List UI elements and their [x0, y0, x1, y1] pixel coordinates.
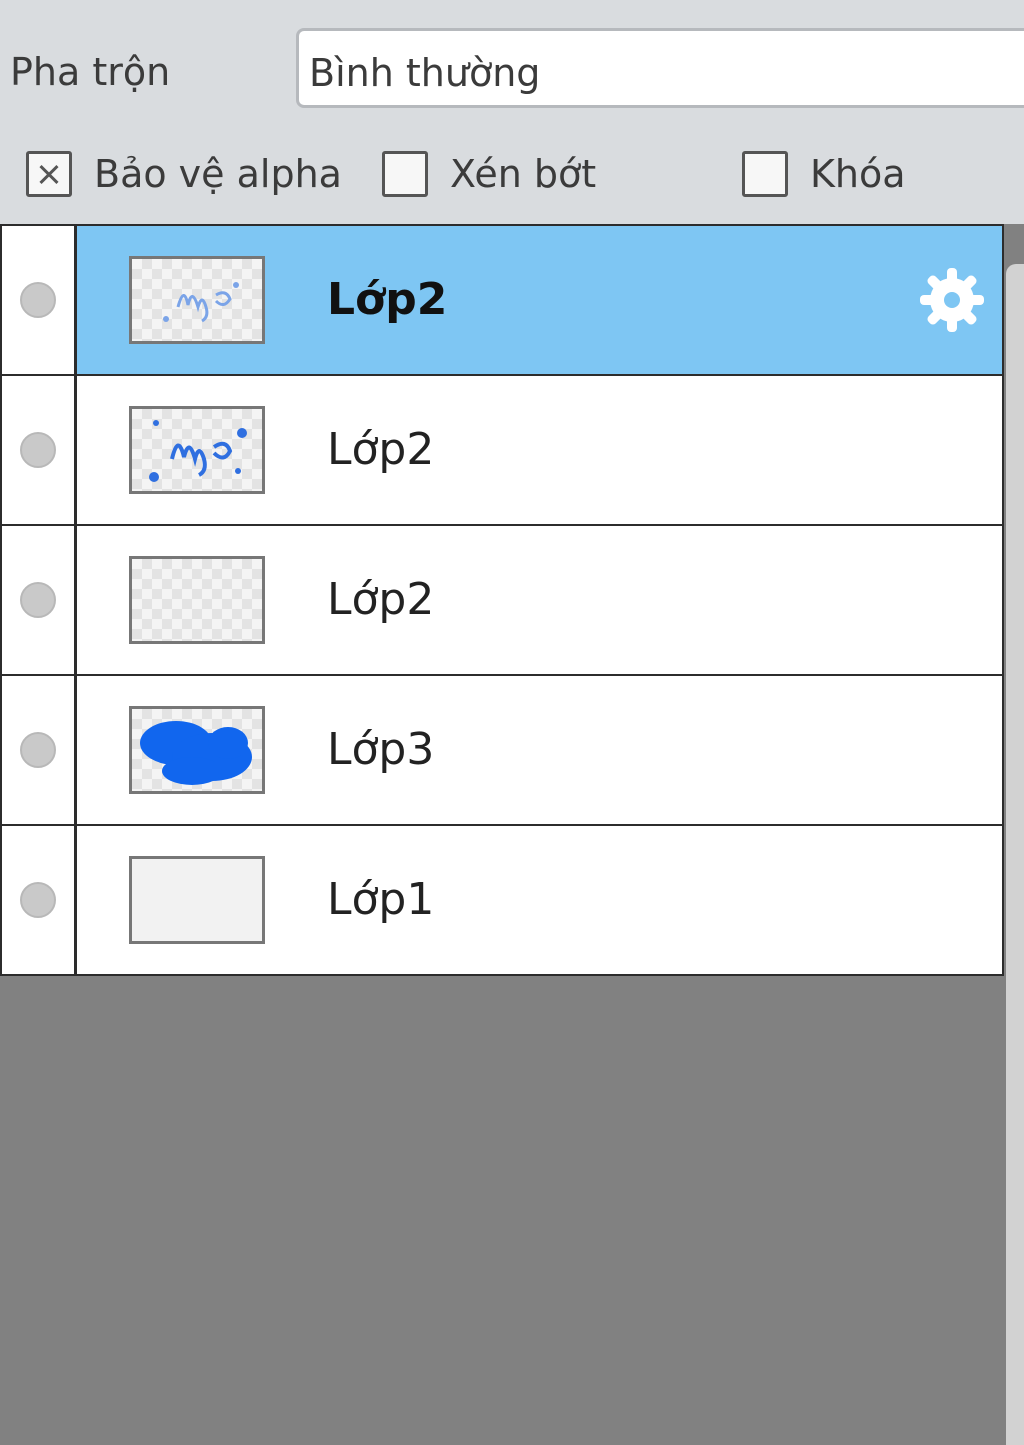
scrollbar[interactable] [1006, 264, 1024, 1445]
visibility-toggle[interactable] [2, 226, 77, 374]
layer-row-main[interactable]: Lớp2 [77, 376, 1002, 524]
visibility-dot-icon [20, 582, 56, 618]
visibility-dot-icon [20, 282, 56, 318]
layer-row[interactable]: Lớp3 [0, 676, 1004, 826]
layer-name: Lớp2 [327, 574, 435, 625]
script-thumbnail-icon [163, 282, 239, 323]
visibility-dot-icon [20, 732, 56, 768]
blend-mode-select[interactable]: Bình thường [296, 28, 1024, 108]
layer-name: Lớp2 [327, 274, 448, 325]
layer-row-main[interactable]: Lớp3 [77, 676, 1002, 824]
blob-thumbnail-icon [140, 721, 252, 785]
layer-list: Lớp2 Lớp2 Lớp2 Lớp3 Lớp1 [0, 224, 1004, 976]
layer-row-main[interactable]: Lớp1 [77, 826, 1002, 974]
script-thumbnail-icon [149, 420, 247, 482]
layer-row-main[interactable]: Lớp2 [77, 526, 1002, 674]
blend-mode-value: Bình thường [309, 51, 541, 95]
layer-name: Lớp2 [327, 424, 435, 475]
layer-row-main[interactable]: Lớp2 [77, 226, 1002, 374]
layer-thumbnail [129, 856, 265, 944]
layer-row[interactable]: Lớp1 [0, 826, 1004, 976]
layer-row[interactable]: Lớp2 [0, 526, 1004, 676]
clipping-label: Xén bớt [450, 152, 597, 196]
protect-alpha-label: Bảo vệ alpha [94, 152, 342, 196]
clipping-checkbox[interactable] [382, 151, 428, 197]
gear-icon[interactable] [916, 264, 988, 336]
layer-row[interactable]: Lớp2 [0, 376, 1004, 526]
layer-list-area: Lớp2 Lớp2 Lớp2 Lớp3 Lớp1 [0, 224, 1024, 1445]
layer-thumbnail [129, 556, 265, 644]
protect-alpha-checkbox[interactable] [26, 151, 72, 197]
lock-checkbox[interactable] [742, 151, 788, 197]
visibility-dot-icon [20, 432, 56, 468]
layer-name: Lớp1 [327, 874, 435, 925]
lock-label: Khóa [810, 152, 906, 196]
layer-thumbnail [129, 256, 265, 344]
visibility-toggle[interactable] [2, 376, 77, 524]
protect-alpha-option[interactable]: Bảo vệ alpha [26, 146, 342, 202]
layer-thumbnail [129, 406, 265, 494]
layer-row[interactable]: Lớp2 [0, 224, 1004, 376]
layer-name: Lớp3 [327, 724, 435, 775]
visibility-toggle[interactable] [2, 826, 77, 974]
layer-properties-bar: Pha trộn Bình thường Bảo vệ alpha Xén bớ… [0, 0, 1024, 224]
visibility-dot-icon [20, 882, 56, 918]
visibility-toggle[interactable] [2, 526, 77, 674]
layer-thumbnail [129, 706, 265, 794]
clipping-option[interactable]: Xén bớt [382, 146, 596, 202]
lock-option[interactable]: Khóa [742, 146, 906, 202]
blend-mode-label: Pha trộn [10, 50, 171, 94]
visibility-toggle[interactable] [2, 676, 77, 824]
